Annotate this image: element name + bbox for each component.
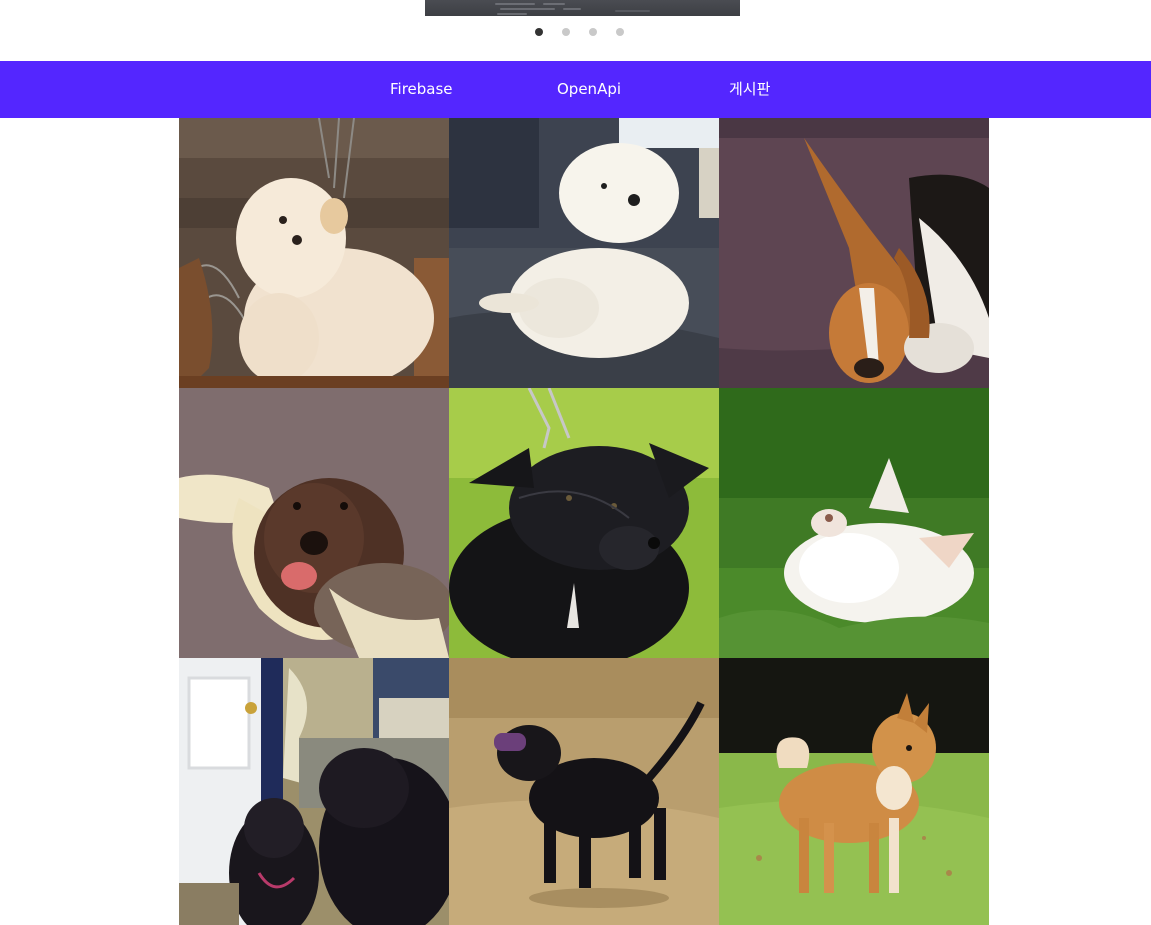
carousel-dot-3[interactable] (589, 28, 597, 36)
dog-image-5[interactable] (449, 388, 719, 658)
nav-link-firebase[interactable]: Firebase (390, 61, 453, 118)
dog-image-2[interactable] (449, 118, 719, 388)
dog-image-gallery (179, 118, 989, 925)
dog-image-1[interactable] (179, 118, 449, 388)
carousel-dot-2[interactable] (562, 28, 570, 36)
dog-image-7[interactable] (179, 658, 449, 925)
nav-link-board[interactable]: 게시판 (729, 61, 770, 118)
image-carousel (0, 0, 1151, 61)
carousel-slide-image[interactable] (425, 0, 740, 16)
dog-image-4[interactable] (179, 388, 449, 658)
carousel-indicators (535, 28, 624, 36)
dog-image-9[interactable] (719, 658, 989, 925)
dog-image-8[interactable] (449, 658, 719, 925)
main-navbar: Firebase OpenApi 게시판 (0, 61, 1151, 118)
dog-image-6[interactable] (719, 388, 989, 658)
carousel-dot-4[interactable] (616, 28, 624, 36)
nav-link-openapi[interactable]: OpenApi (557, 61, 621, 118)
carousel-dot-1[interactable] (535, 28, 543, 36)
dog-image-3[interactable] (719, 118, 989, 388)
